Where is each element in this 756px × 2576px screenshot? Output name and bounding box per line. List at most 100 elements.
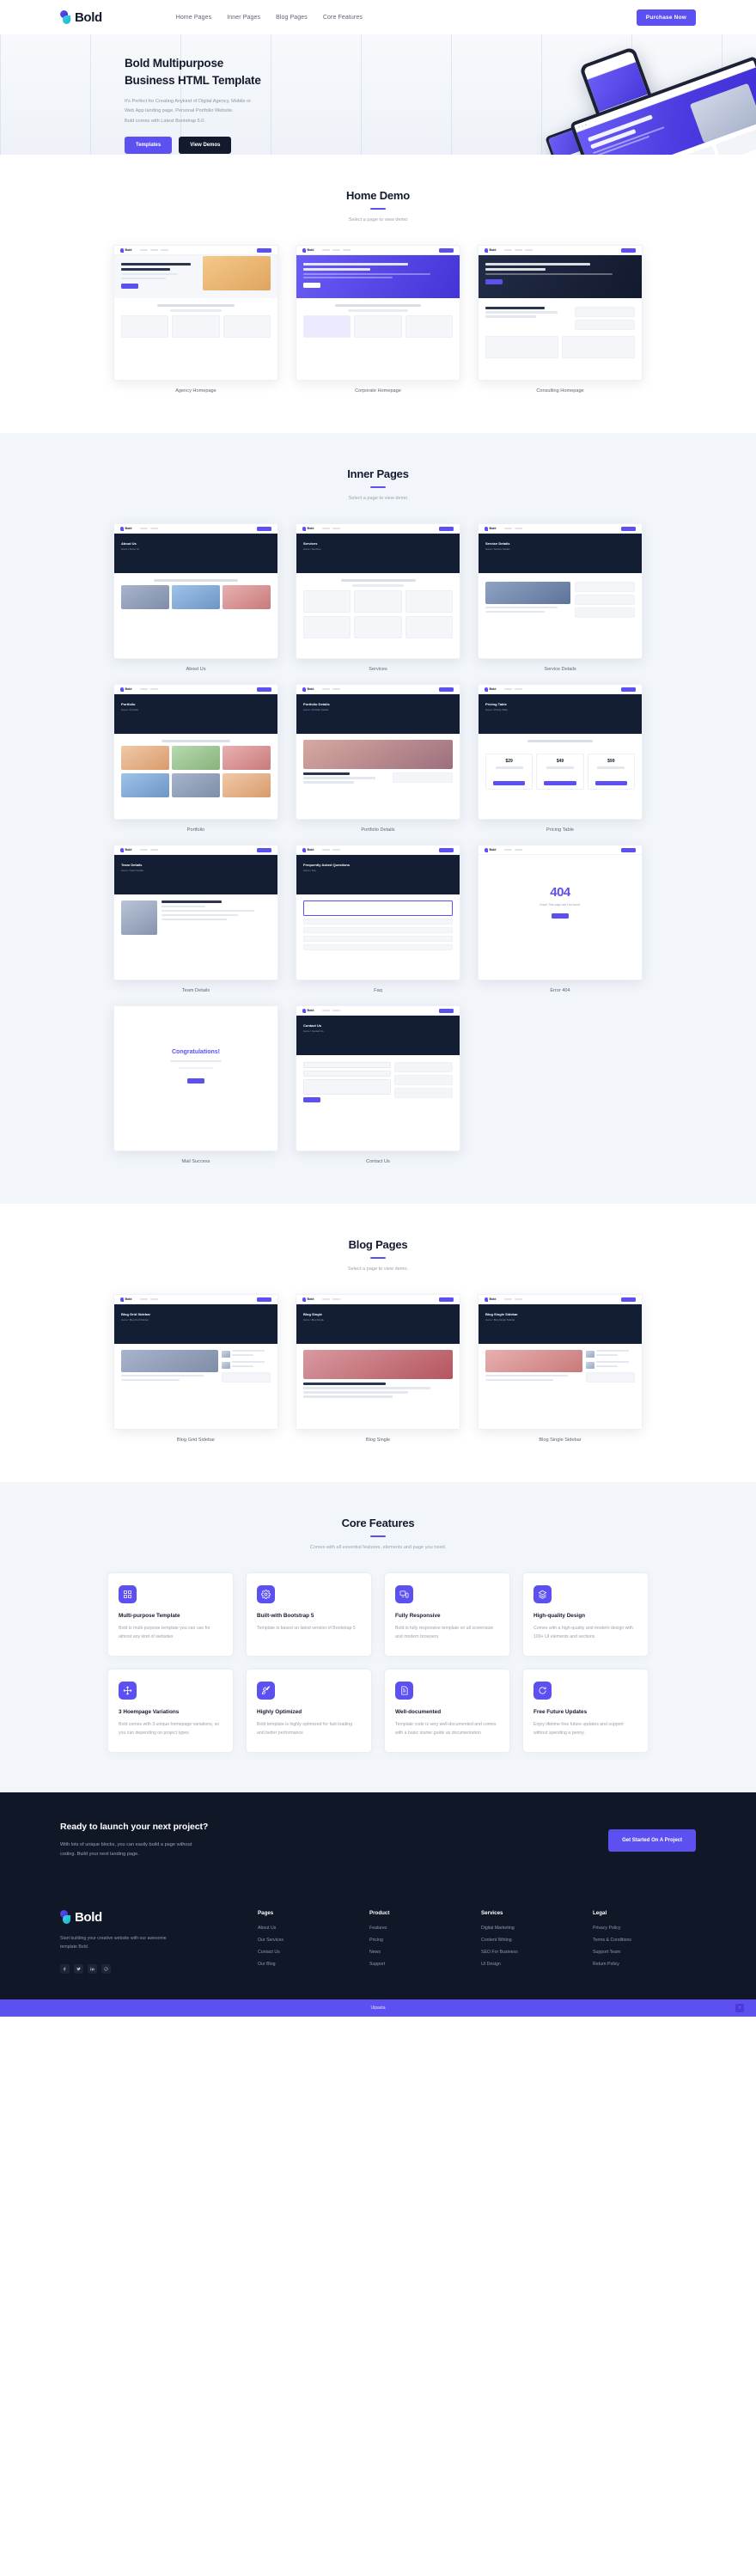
footer-link[interactable]: About Us	[258, 1926, 361, 1931]
copyright-text: Uipasta	[370, 2005, 386, 2011]
demo-item-team-details[interactable]: Bold Team Details Home / Team Details Te…	[113, 845, 278, 993]
feature-card-3-homepage-variations: 3 Hoempage Variations Bold comes with 3 …	[107, 1668, 234, 1753]
dribbble-icon[interactable]	[101, 1963, 111, 1974]
demo-label: Error 404	[550, 988, 570, 993]
demo-thumbnail[interactable]: Bold About Us Home / About Us	[113, 523, 278, 659]
core-features-header: Core Features Comes with all essential f…	[0, 1517, 756, 1550]
demo-label: Mail Success	[181, 1159, 210, 1164]
demo-thumbnail[interactable]: Bold Services Home / Services	[296, 523, 460, 659]
feature-title: Fully Responsive	[395, 1613, 441, 1619]
footer-link[interactable]: Our Services	[258, 1938, 361, 1943]
hero-content: Bold Multipurpose Business HTML Template…	[0, 34, 361, 154]
footer-link[interactable]: Pricing	[369, 1938, 472, 1943]
brand-logo[interactable]: Bold	[60, 10, 102, 25]
feature-description: Template code is very well-documented an…	[395, 1721, 497, 1736]
footer-column-product: Product Features Pricing News Support	[369, 1910, 472, 1974]
nav-item-blog-pages[interactable]: Blog Pages	[276, 15, 308, 21]
templates-button[interactable]: Templates	[125, 136, 173, 154]
demo-item-contact-us[interactable]: Bold Contact Us Home / Contact Us Contac…	[296, 1005, 460, 1164]
demo-item-corporate-homepage[interactable]: Bold Corporate Homepage	[296, 245, 460, 394]
footer-logo[interactable]: Bold	[60, 1910, 241, 1925]
footer-link[interactable]: Features	[369, 1926, 472, 1931]
hero-title-line2: Business HTML Template	[125, 73, 261, 87]
demo-thumbnail[interactable]: Bold	[296, 245, 460, 381]
thumb-page-title: About Us	[121, 541, 137, 546]
nav-item-home-pages[interactable]: Home Pages	[176, 15, 211, 21]
demo-thumbnail[interactable]: Bold	[113, 245, 278, 381]
footer-brand-name: Bold	[75, 1909, 102, 1925]
home-demo-grid: Bold Agency Homepage Bold Corporate Home…	[0, 245, 756, 394]
demo-thumbnail[interactable]: Bold Blog Single Home / Blog Single	[296, 1294, 460, 1430]
feature-card-free-future-updates: Free Future Updates Enjoy lifetime free …	[522, 1668, 649, 1753]
footer-link[interactable]: Digital Marketing	[481, 1926, 584, 1931]
demo-item-services[interactable]: Bold Services Home / Services Services	[296, 523, 460, 672]
demo-thumbnail[interactable]: Bold Contact Us Home / Contact Us	[296, 1005, 460, 1151]
demo-item-about-us[interactable]: Bold About Us Home / About Us About Us	[113, 523, 278, 672]
footer-link[interactable]: Privacy Policy	[593, 1926, 696, 1931]
demo-thumbnail[interactable]: Bold Service Details Home / Service Deta…	[478, 523, 643, 659]
footer-link[interactable]: Return Policy	[593, 1962, 696, 1967]
get-started-button[interactable]: Get Started On A Project	[608, 1829, 696, 1853]
purchase-now-button[interactable]: Purchase Now	[636, 9, 696, 26]
nav-item-inner-pages[interactable]: Inner Pages	[227, 15, 260, 21]
demo-thumbnail[interactable]: Bold Portfolio Home / Portfolio	[113, 684, 278, 820]
demo-thumbnail[interactable]: Bold 404 Oops! This page can't be found.	[478, 845, 643, 980]
facebook-icon[interactable]	[60, 1963, 70, 1974]
grid-icon	[119, 1585, 137, 1603]
demo-item-agency-homepage[interactable]: Bold Agency Homepage	[113, 245, 278, 394]
error-code: 404	[550, 884, 570, 900]
demo-thumbnail[interactable]: Bold Portfolio Details Home / Portfolio …	[296, 684, 460, 820]
thumb-page-title: Service Details	[485, 541, 510, 546]
demo-item-service-details[interactable]: Bold Service Details Home / Service Deta…	[478, 523, 643, 672]
demo-item-portfolio-details[interactable]: Bold Portfolio Details Home / Portfolio …	[296, 684, 460, 833]
footer-link[interactable]: News	[369, 1950, 472, 1955]
footer-link[interactable]: Support Team	[593, 1950, 696, 1955]
demo-thumbnail[interactable]: Bold Frequently Asked Questions Home / F…	[296, 845, 460, 980]
view-demos-button[interactable]: View Demos	[179, 136, 232, 154]
footer-link[interactable]: SEO For Business	[481, 1950, 584, 1955]
demo-thumbnail[interactable]: Bold Blog Single Sidebar Home / Blog Sin…	[478, 1294, 643, 1430]
inner-pages-title: Inner Pages	[347, 467, 409, 480]
thumb-page-title: Contact Us	[303, 1023, 322, 1028]
demo-item-error-404[interactable]: Bold 404 Oops! This page can't be found.…	[478, 845, 643, 993]
linkedin-icon[interactable]	[88, 1963, 97, 1974]
footer-link[interactable]: Support	[369, 1962, 472, 1967]
footer-link[interactable]: Contact Us	[258, 1950, 361, 1955]
demo-thumbnail[interactable]: Bold Blog Grid Sidebar Home / Blog Grid …	[113, 1294, 278, 1430]
home-demo-title: Home Demo	[345, 189, 411, 202]
footer-link[interactable]: Content Writing	[481, 1938, 584, 1943]
cta-description: With lots of unique blocks, you can easi…	[60, 1840, 318, 1860]
footer-social-links	[60, 1963, 241, 1974]
demo-item-blog-single-sidebar[interactable]: Bold Blog Single Sidebar Home / Blog Sin…	[478, 1294, 643, 1443]
demo-thumbnail[interactable]: Bold	[478, 245, 643, 381]
demo-item-faq[interactable]: Bold Frequently Asked Questions Home / F…	[296, 845, 460, 993]
hero-device-mockups	[438, 41, 756, 155]
demo-thumbnail[interactable]: Bold Pricing Table Home / Pricing Table …	[478, 684, 643, 820]
twitter-icon[interactable]	[74, 1963, 83, 1974]
demo-item-portfolio[interactable]: Bold Portfolio Home / Portfolio Portfoli…	[113, 684, 278, 833]
footer-column-title: Legal	[593, 1909, 607, 1916]
feature-card-high-quality-design: High-quality Design Comes with a high-qu…	[522, 1572, 649, 1657]
demo-item-blog-grid-sidebar[interactable]: Bold Blog Grid Sidebar Home / Blog Grid …	[113, 1294, 278, 1443]
demo-item-blog-single[interactable]: Bold Blog Single Home / Blog Single Blog…	[296, 1294, 460, 1443]
hero-title: Bold Multipurpose Business HTML Template	[125, 55, 361, 89]
site-header: Bold Home Pages Inner Pages Blog Pages C…	[0, 0, 756, 34]
nav-item-core-features[interactable]: Core Features	[323, 15, 363, 21]
demo-item-pricing-table[interactable]: Bold Pricing Table Home / Pricing Table …	[478, 684, 643, 833]
feature-card-built-with-bootstrap-5: Built-with Bootstrap 5 Template is based…	[246, 1572, 372, 1657]
footer-link[interactable]: Our Blog	[258, 1962, 361, 1967]
brand-name: Bold	[75, 9, 102, 25]
feature-description: Enjoy lifetime free future updates and s…	[533, 1721, 624, 1736]
footer-column-title: Services	[481, 1909, 503, 1916]
demo-label: Consulting Homepage	[536, 388, 584, 394]
demo-thumbnail[interactable]: Bold Team Details Home / Team Details	[113, 845, 278, 980]
demo-label: Portfolio Details	[361, 827, 395, 833]
demo-item-consulting-homepage[interactable]: Bold Consulting Homepage	[478, 245, 643, 394]
footer-link[interactable]: UI Design	[481, 1962, 584, 1967]
scroll-to-top-button[interactable]: ↑	[735, 2003, 744, 2012]
bottom-bar: Uipasta ↑	[0, 1999, 756, 2017]
demo-label: Agency Homepage	[175, 388, 216, 394]
demo-thumbnail[interactable]: Congratulations!	[113, 1005, 278, 1151]
footer-link[interactable]: Terms & Conditions	[593, 1938, 696, 1943]
demo-item-mail-success[interactable]: Congratulations! Mail Success	[113, 1005, 278, 1164]
